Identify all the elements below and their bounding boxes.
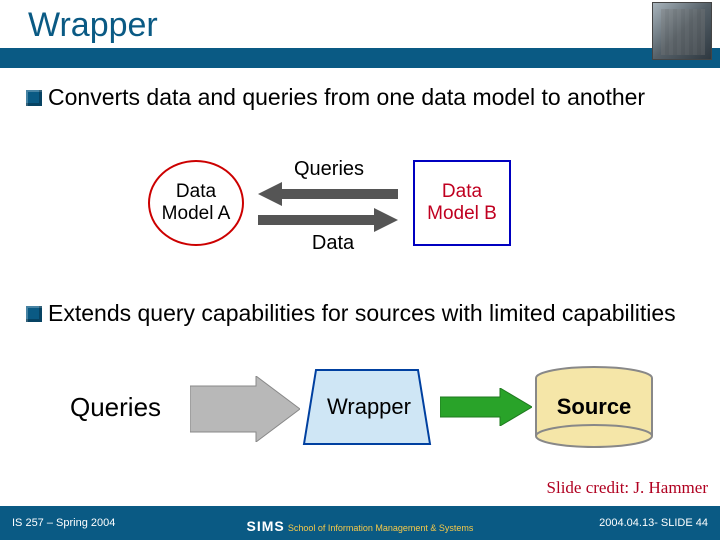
big-arrow-icon bbox=[190, 376, 300, 442]
bullet-icon bbox=[26, 90, 42, 106]
title-band bbox=[0, 48, 720, 68]
bullet-1: Converts data and queries from one data … bbox=[26, 84, 645, 112]
source-label: Source bbox=[534, 394, 654, 420]
footer: IS 257 – Spring 2004 2004.04.13- SLIDE 4… bbox=[0, 506, 720, 540]
bullet-2: Extends query capabilities for sources w… bbox=[26, 300, 676, 328]
edge-label-data: Data bbox=[298, 232, 368, 255]
footer-right: 2004.04.13- SLIDE 44 bbox=[599, 517, 708, 529]
queries-label: Queries bbox=[70, 392, 161, 423]
edge-label-queries: Queries bbox=[284, 158, 374, 181]
wrapper-label: Wrapper bbox=[310, 394, 428, 420]
bullet-1-text: Converts data and queries from one data … bbox=[48, 84, 645, 112]
slide-credit: Slide credit: J. Hammer bbox=[547, 478, 708, 498]
diagram-data-models: Data Model A Queries Data Data Model B bbox=[0, 158, 720, 278]
node-a-label: Data Model A bbox=[150, 181, 242, 225]
bullet-icon bbox=[26, 306, 42, 322]
footer-left: IS 257 – Spring 2004 bbox=[12, 517, 115, 529]
double-arrow-icon bbox=[258, 182, 398, 232]
slide-title: Wrapper bbox=[28, 6, 158, 45]
bullet-2-text: Extends query capabilities for sources w… bbox=[48, 300, 676, 328]
node-b-label: Data Model B bbox=[415, 181, 509, 225]
header-photo bbox=[652, 2, 712, 60]
small-arrow-icon bbox=[440, 388, 532, 426]
node-data-model-a: Data Model A bbox=[148, 160, 244, 246]
diagram-wrapper-flow: Queries Wrapper Source bbox=[0, 362, 720, 472]
node-data-model-b: Data Model B bbox=[413, 160, 511, 246]
